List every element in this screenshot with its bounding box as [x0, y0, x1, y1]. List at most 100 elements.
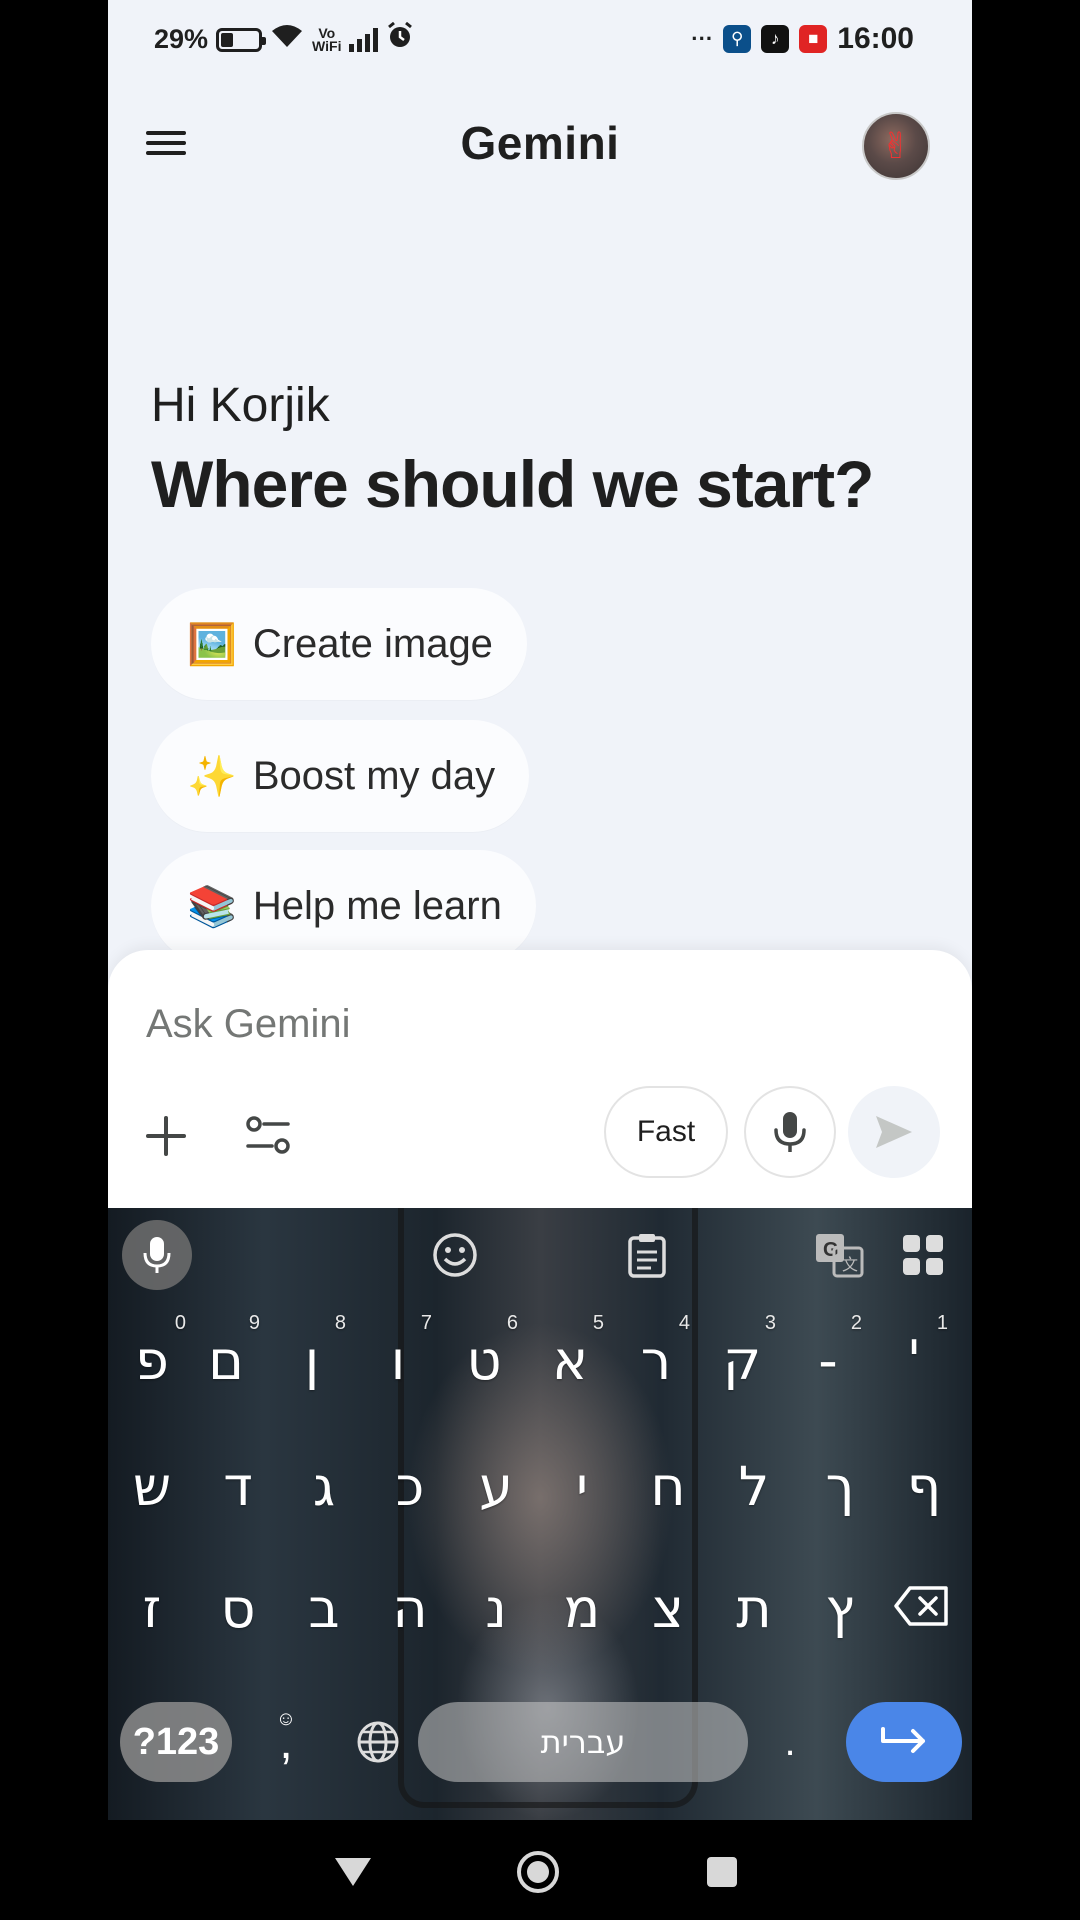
key[interactable]: ג: [284, 1436, 364, 1536]
microphone-button[interactable]: [744, 1086, 836, 1178]
key-number-hint: 2: [850, 1312, 862, 1334]
home-icon[interactable]: [508, 1842, 568, 1902]
key[interactable]: ם9: [186, 1310, 266, 1410]
key[interactable]: י: [542, 1436, 622, 1536]
greeting-text: Hi Korjik: [151, 379, 330, 432]
picture-icon: 🖼️: [187, 622, 237, 667]
microphone-icon: [774, 1112, 806, 1152]
headline: Where should we start?: [151, 447, 874, 521]
suggestion-help-me-learn[interactable]: 📚 Help me learn: [151, 850, 536, 962]
accessibility-app-icon: ⚲: [723, 25, 752, 53]
key-char: ': [906, 1328, 922, 1392]
battery-percent: 29%: [154, 24, 209, 54]
key[interactable]: ה: [370, 1558, 450, 1658]
key[interactable]: ך: [800, 1436, 880, 1536]
key[interactable]: ל: [714, 1436, 794, 1536]
key[interactable]: כ: [370, 1436, 450, 1536]
status-bar: 29% Vo WiFi ··· ⚲ ♪ ■ 16:00: [108, 0, 972, 84]
key[interactable]: ס: [198, 1558, 278, 1658]
enter-arrow-icon: [881, 1727, 925, 1753]
key[interactable]: ' 1: [874, 1310, 954, 1410]
status-time: 16:00: [837, 22, 914, 55]
backspace-icon: [894, 1586, 948, 1626]
key[interactable]: ת: [714, 1558, 794, 1658]
key[interactable]: ט6: [444, 1310, 524, 1410]
signal-icon: [349, 27, 379, 52]
suggestion-create-image[interactable]: 🖼️ Create image: [151, 588, 527, 700]
battery-icon: [216, 27, 267, 52]
key-char: ר: [640, 1328, 672, 1392]
comma-key[interactable]: ☺,: [256, 1702, 316, 1782]
svg-text:G: G: [823, 1239, 839, 1261]
key-number-hint: 6: [506, 1312, 518, 1334]
key-number-hint: 5: [592, 1312, 604, 1334]
send-icon: [876, 1116, 912, 1148]
key[interactable]: ו7: [358, 1310, 438, 1410]
keyboard-row-3: ז ס ב ה נ מ צ ת ץ: [108, 1558, 972, 1676]
key[interactable]: ש: [112, 1436, 192, 1536]
svg-text:文: 文: [842, 1255, 858, 1274]
back-icon[interactable]: [323, 1842, 383, 1902]
keyboard-toolbar: G文: [108, 1208, 972, 1300]
period-key[interactable]: .: [760, 1702, 820, 1782]
key[interactable]: ן8: [272, 1310, 352, 1410]
emoji-icon[interactable]: [420, 1220, 490, 1290]
keyboard-row-1: ' 1 -2 ק3 ר4 א5 ט6 ו7 ן8 ם9 פ0: [108, 1310, 972, 1428]
key-char: ן: [304, 1328, 320, 1392]
key[interactable]: נ: [456, 1558, 536, 1658]
key-char: ו: [390, 1328, 406, 1392]
key[interactable]: ב: [284, 1558, 364, 1658]
ask-input[interactable]: [146, 1002, 906, 1047]
sparkles-icon: ✨: [187, 754, 237, 799]
suggestion-label: Boost my day: [252, 753, 496, 798]
enter-key[interactable]: [846, 1702, 962, 1782]
suggestion-label: Create image: [252, 621, 493, 666]
key-number-hint: 1: [936, 1312, 948, 1334]
backspace-key[interactable]: [888, 1556, 956, 1656]
tools-icon[interactable]: [244, 1114, 292, 1158]
voice-input-icon[interactable]: [122, 1220, 192, 1290]
language-switch-key[interactable]: [342, 1702, 414, 1782]
books-icon: 📚: [187, 884, 237, 929]
avatar[interactable]: ✌: [862, 112, 930, 180]
key[interactable]: ף: [884, 1436, 964, 1536]
key[interactable]: מ: [542, 1558, 622, 1658]
app-header: Gemini ✌: [108, 100, 972, 190]
key[interactable]: א5: [530, 1310, 610, 1410]
key-char: פ: [135, 1328, 169, 1392]
key[interactable]: צ: [628, 1558, 708, 1658]
app-title: Gemini: [460, 117, 620, 169]
keyboard-row-2: ש ד ג כ ע י ח ל ך ף: [108, 1436, 972, 1554]
key[interactable]: ד: [198, 1436, 278, 1536]
key[interactable]: ע: [456, 1436, 536, 1536]
key[interactable]: -2: [788, 1310, 868, 1410]
key-number-hint: 3: [764, 1312, 776, 1334]
key[interactable]: ץ: [800, 1558, 880, 1658]
overflow-indicator: ···: [691, 26, 714, 51]
key-char: ט: [466, 1328, 502, 1392]
mode-selector-button[interactable]: Fast: [604, 1086, 728, 1178]
space-key[interactable]: עברית: [418, 1702, 748, 1782]
key[interactable]: ז: [112, 1558, 192, 1658]
add-icon[interactable]: [144, 1114, 188, 1158]
key-char: ק: [722, 1328, 762, 1392]
wifi-icon: [270, 23, 304, 56]
key-number-hint: 8: [334, 1312, 346, 1334]
clipboard-icon[interactable]: [612, 1220, 682, 1290]
key[interactable]: ר4: [616, 1310, 696, 1410]
key[interactable]: ח: [628, 1436, 708, 1536]
translate-icon[interactable]: G文: [804, 1220, 874, 1290]
phone-screen: 29% Vo WiFi ··· ⚲ ♪ ■ 16:00 Gemini ✌ Hi K…: [108, 0, 972, 1920]
prompt-panel: Fast: [108, 950, 972, 1208]
avatar-emoji: ✌: [880, 125, 912, 166]
key-number-hint: 0: [174, 1312, 186, 1334]
symbols-key[interactable]: ?123: [120, 1702, 232, 1782]
suggestion-boost-my-day[interactable]: ✨ Boost my day: [151, 720, 530, 832]
recents-icon[interactable]: [692, 1842, 752, 1902]
apps-grid-icon[interactable]: [888, 1220, 958, 1290]
key[interactable]: ק3: [702, 1310, 782, 1410]
send-button[interactable]: [848, 1086, 940, 1178]
key[interactable]: פ0: [112, 1310, 192, 1410]
key-number-hint: 4: [678, 1312, 690, 1334]
suggestion-label: Help me learn: [252, 883, 502, 928]
